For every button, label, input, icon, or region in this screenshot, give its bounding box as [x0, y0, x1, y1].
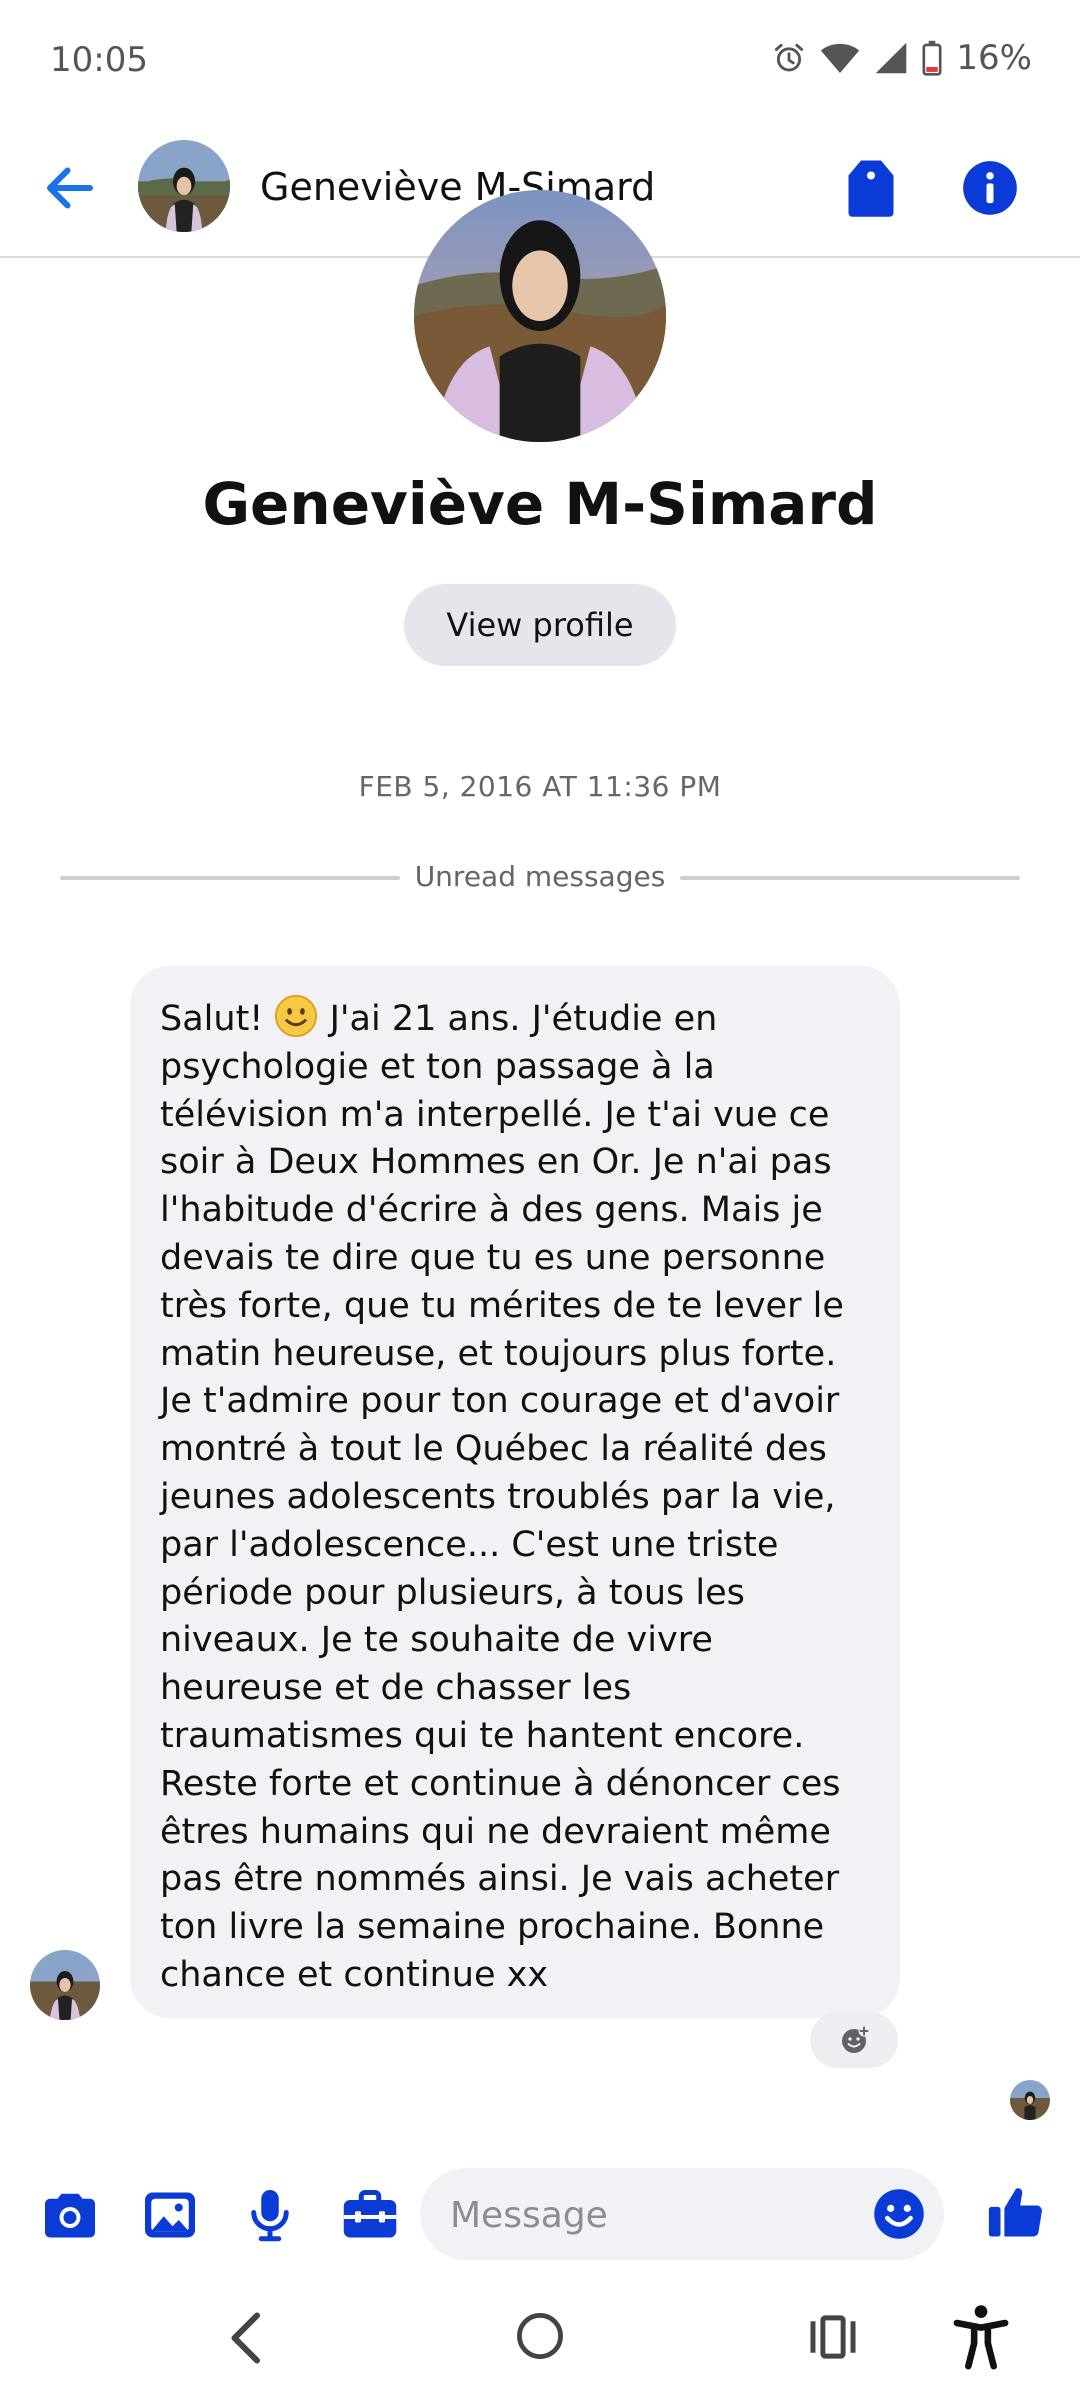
status-icons: 16% — [772, 38, 1032, 78]
view-profile-button[interactable]: View profile — [404, 584, 676, 666]
sender-avatar[interactable] — [30, 1950, 100, 2020]
message-text: Salut! J'ai 21 ans. J'étudie en psycholo… — [160, 994, 870, 2000]
add-reaction-icon[interactable] — [810, 2012, 898, 2068]
battery-percent: 16% — [956, 38, 1032, 78]
seen-indicator-avatar — [1010, 2080, 1050, 2120]
message-body: J'ai 21 ans. J'étudie en psychologie et … — [160, 999, 855, 1995]
divider-line — [680, 876, 1020, 880]
signal-icon — [874, 41, 908, 75]
status-time: 10:05 — [50, 40, 148, 80]
battery-icon — [922, 40, 942, 76]
nav-recents-icon[interactable] — [806, 2310, 860, 2364]
back-arrow-icon[interactable] — [40, 158, 100, 218]
smiley-emoji-icon — [274, 994, 318, 1038]
gallery-icon[interactable] — [140, 2185, 200, 2245]
wifi-icon — [820, 41, 860, 75]
microphone-icon[interactable] — [240, 2185, 300, 2245]
accessibility-icon[interactable] — [950, 2304, 1012, 2370]
message-lead: Salut! — [160, 999, 275, 1039]
profile-name: Geneviève M-Simard — [202, 470, 878, 538]
emoji-icon[interactable] — [872, 2187, 926, 2241]
header-avatar[interactable] — [138, 140, 230, 232]
tag-icon[interactable] — [845, 158, 897, 218]
profile-avatar — [414, 190, 666, 442]
message-bubble[interactable]: Salut! J'ai 21 ans. J'étudie en psycholo… — [130, 966, 900, 2018]
message-timestamp: FEB 5, 2016 AT 11:36 PM — [358, 770, 722, 803]
thumbs-up-icon[interactable] — [985, 2180, 1047, 2244]
briefcase-icon[interactable] — [340, 2185, 400, 2245]
unread-divider: Unread messages — [60, 858, 1020, 898]
camera-icon[interactable] — [40, 2185, 100, 2245]
message-input-container — [420, 2168, 944, 2262]
nav-back-icon[interactable] — [222, 2308, 272, 2368]
nav-home-icon[interactable] — [514, 2310, 566, 2362]
alarm-icon — [772, 41, 806, 75]
info-icon[interactable] — [962, 160, 1018, 216]
message-input[interactable] — [448, 2168, 852, 2262]
